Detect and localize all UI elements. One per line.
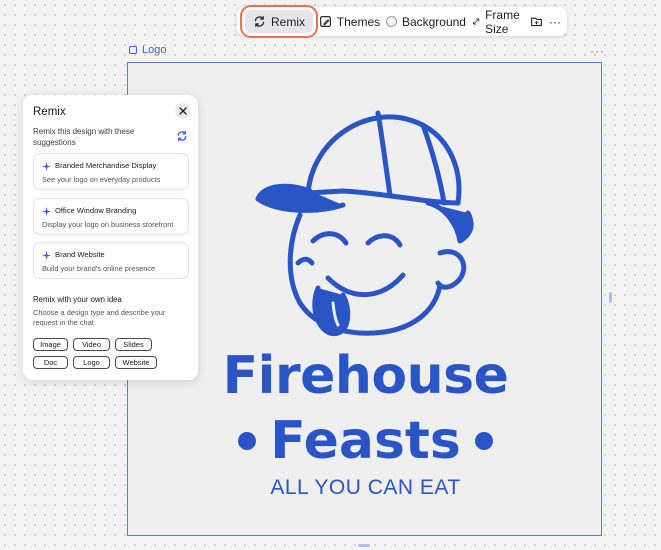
background-button[interactable]: Background (385, 10, 466, 34)
type-chip-slides[interactable]: Slides (115, 338, 152, 351)
type-chip-website[interactable]: Website (115, 356, 157, 369)
frame-icon (129, 46, 137, 54)
type-chip-logo[interactable]: Logo (73, 356, 110, 369)
suggestion-card-merchandise[interactable]: Branded Merchandise Display See your log… (33, 153, 189, 190)
type-chip-video[interactable]: Video (73, 338, 110, 351)
resize-handle-right[interactable] (609, 292, 612, 303)
suggestion-title: Brand Website (55, 250, 105, 259)
brand-name-line2-text: Feasts (270, 411, 461, 471)
close-button[interactable] (175, 103, 191, 119)
suggestion-card-website[interactable]: Brand Website Build your brand's online … (33, 242, 189, 279)
resize-handle-bottom[interactable] (358, 544, 370, 547)
themes-button[interactable]: Themes (319, 10, 380, 34)
bullet-dot-left (238, 432, 257, 450)
brand-name-line2: Feasts (128, 411, 603, 471)
more-button[interactable]: ··· (549, 10, 561, 34)
brand-tagline: ALL YOU CAN EAT (270, 476, 461, 499)
more-icon: ··· (549, 14, 561, 29)
suggestion-desc: Display your logo on business storefront (42, 220, 174, 229)
remix-icon (254, 15, 265, 28)
bullet-dot-right (474, 432, 493, 450)
themes-label: Themes (336, 14, 381, 29)
frame-size-label: Frame Size (485, 7, 520, 36)
panel-subtitle: Remix this design with these suggestions (33, 127, 135, 147)
frame-label-text: Logo (142, 44, 167, 56)
refresh-icon[interactable] (176, 130, 188, 142)
brand-name-line1: Firehouse (222, 346, 509, 406)
type-chip-image[interactable]: Image (33, 338, 68, 351)
frame-size-button[interactable]: Frame Size (472, 7, 525, 36)
background-label: Background (401, 14, 466, 29)
own-idea-description: Choose a design type and describe your r… (33, 308, 166, 327)
remix-panel: Remix Remix this design with these sugge… (23, 95, 198, 380)
frame-label[interactable]: Logo (129, 44, 166, 56)
suggestion-desc: Build your brand's online presence (42, 264, 156, 273)
close-icon (179, 107, 187, 115)
sparkle-icon (42, 162, 51, 171)
logo-frame[interactable]: Firehouse Feasts ALL YOU CAN EAT (127, 62, 602, 536)
suggestion-desc: See your logo on everyday products (42, 175, 161, 184)
remix-label: Remix (271, 14, 306, 29)
suggestion-card-window[interactable]: Office Window Branding Display your logo… (33, 198, 189, 235)
sparkle-icon (42, 207, 51, 216)
panel-title: Remix (33, 106, 66, 118)
top-toolbar: Remix Themes Background Frame Size ··· (237, 5, 567, 38)
own-idea-heading: Remix with your own idea (33, 295, 122, 304)
add-frame-icon (531, 17, 543, 27)
frame-more-icon[interactable]: ··· (590, 44, 605, 58)
add-frame-button[interactable] (530, 10, 543, 34)
background-swatch-icon (385, 16, 397, 27)
type-chip-doc[interactable]: Doc (33, 356, 68, 369)
frame-size-icon (472, 18, 479, 25)
suggestion-title: Branded Merchandise Display (55, 161, 157, 170)
sparkle-icon (42, 251, 51, 260)
remix-button[interactable]: Remix (239, 5, 319, 38)
themes-icon (319, 16, 331, 27)
suggestion-title: Office Window Branding (55, 206, 137, 215)
